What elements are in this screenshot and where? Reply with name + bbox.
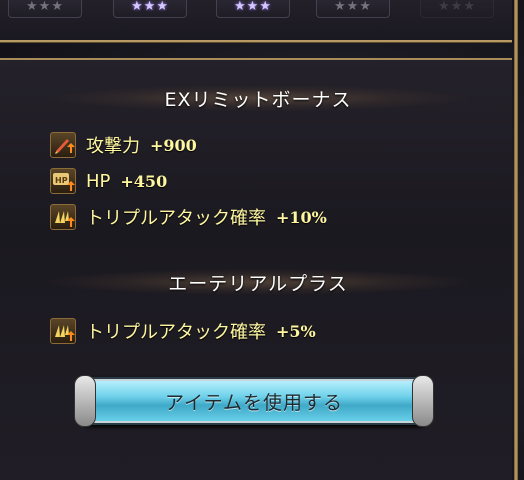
triple-attack-up-icon (50, 318, 76, 344)
star-rating-5[interactable]: ★★★ (420, 0, 494, 18)
frame-border (514, 0, 518, 480)
svg-text:HP: HP (55, 176, 68, 185)
game-screen: ★★★ ★★★ ★★★ ★★★ ★★★ EXリミットボーナス 攻撃力 +900 … (0, 0, 524, 480)
bonus-label: 攻撃力 (86, 136, 140, 157)
use-item-button-label: アイテムを使用する (164, 391, 344, 414)
bonus-row-triple-attack: トリプルアタック確率 +10% (50, 203, 327, 231)
bonus-value: +450 (120, 171, 168, 191)
bonus-label: トリプルアタック確率 (86, 322, 266, 343)
bonus-label: トリプルアタック確率 (86, 208, 266, 229)
bonus-value: +900 (150, 135, 197, 155)
stars: ★★★ (438, 0, 476, 14)
stars: ★★★ (131, 0, 169, 14)
ex-limit-title: EXリミットボーナス (164, 88, 352, 111)
ethereal-header: エーテリアルプラス (48, 269, 468, 295)
star-row-strip: ★★★ ★★★ ★★★ ★★★ ★★★ (0, 0, 512, 42)
button-end-cap-left (74, 375, 96, 427)
triple-attack-up-icon (50, 204, 76, 230)
bonus-value: +5% (276, 321, 316, 341)
stars: ★★★ (234, 0, 272, 14)
stars: ★★★ (26, 0, 64, 14)
bonus-row-attack: 攻撃力 +900 (50, 131, 197, 159)
bonus-row-hp: HP HP +450 (50, 167, 167, 195)
bonus-label: HP (86, 170, 111, 192)
star-rating-2[interactable]: ★★★ (113, 0, 187, 18)
ex-limit-header: EXリミットボーナス (48, 85, 468, 111)
star-rating-1[interactable]: ★★★ (8, 0, 82, 18)
star-rating-4[interactable]: ★★★ (316, 0, 390, 18)
stars: ★★★ (334, 0, 372, 14)
ethereal-title: エーテリアルプラス (168, 272, 348, 295)
hp-up-icon: HP (50, 168, 76, 194)
attack-sword-up-icon (50, 132, 76, 158)
bonus-row-ethereal-triple-attack: トリプルアタック確率 +5% (50, 317, 316, 345)
button-end-cap-right (412, 375, 434, 427)
star-rating-3[interactable]: ★★★ (216, 0, 290, 18)
use-item-button[interactable]: アイテムを使用する (74, 375, 434, 427)
bonus-value: +10% (276, 207, 327, 227)
